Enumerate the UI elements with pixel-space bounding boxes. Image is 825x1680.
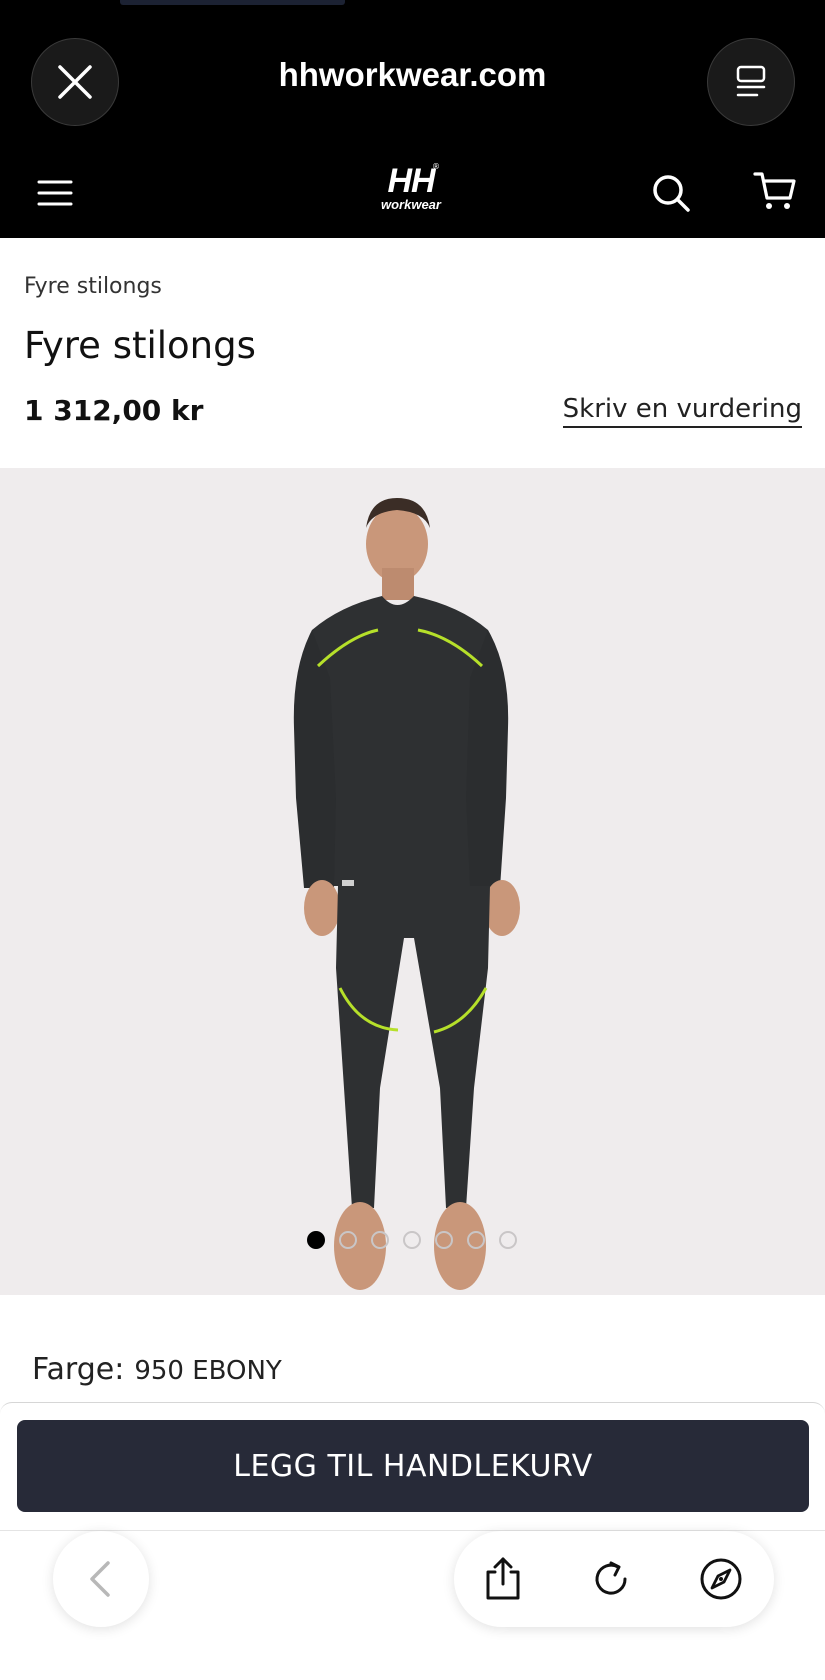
logo-sub-text: workwear (381, 197, 441, 212)
browser-top-bar: hhworkwear.com (0, 0, 825, 152)
gallery-dot[interactable] (371, 1231, 389, 1249)
gallery-dot[interactable] (339, 1231, 357, 1249)
menu-icon (37, 180, 73, 206)
share-icon (486, 1557, 520, 1600)
brand-logo[interactable]: HH workwear ® (374, 160, 448, 216)
tabs-icon (736, 65, 766, 97)
status-strip (120, 0, 345, 5)
gallery-dot[interactable] (499, 1231, 517, 1249)
gallery-dot[interactable] (467, 1231, 485, 1249)
product-photo (293, 498, 520, 1290)
color-value: 950 EBONY (134, 1356, 282, 1386)
reload-icon (595, 1561, 627, 1595)
url-label[interactable]: hhworkwear.com (0, 56, 825, 94)
product-price: 1 312,00 kr (24, 394, 204, 427)
menu-button[interactable] (32, 170, 78, 216)
gallery-dot[interactable] (307, 1231, 325, 1249)
search-button[interactable] (648, 170, 694, 216)
back-button[interactable] (53, 1531, 149, 1627)
tabs-button[interactable] (707, 38, 795, 126)
compass-icon (700, 1558, 742, 1600)
write-review-link[interactable]: Skriv en vurdering (562, 394, 802, 428)
breadcrumb[interactable]: Fyre stilongs (24, 274, 162, 299)
back-icon (90, 1561, 110, 1597)
compass-button[interactable] (697, 1555, 745, 1603)
reload-button[interactable] (588, 1555, 636, 1603)
sticky-cart-bar: LEGG TIL HANDLEKURV (0, 1402, 825, 1530)
search-icon (653, 175, 690, 212)
add-to-cart-button[interactable]: LEGG TIL HANDLEKURV (17, 1420, 809, 1512)
logo-main-text: HH (387, 162, 435, 200)
registered-mark: ® (432, 162, 440, 171)
color-label: Farge: (32, 1352, 125, 1387)
share-button[interactable] (479, 1555, 527, 1603)
gallery-dot[interactable] (435, 1231, 453, 1249)
product-title: Fyre stilongs (24, 324, 256, 367)
gallery-pagination[interactable] (307, 1231, 517, 1249)
cart-button[interactable] (752, 168, 798, 214)
cart-icon (753, 172, 796, 209)
browser-bottom-bar (0, 1530, 825, 1680)
gallery-dot[interactable] (403, 1231, 421, 1249)
site-header: HH workwear ® (0, 152, 825, 238)
browser-actions (454, 1531, 774, 1627)
color-selector: Farge: 950 EBONY (32, 1352, 282, 1387)
product-image-gallery[interactable] (0, 468, 825, 1295)
